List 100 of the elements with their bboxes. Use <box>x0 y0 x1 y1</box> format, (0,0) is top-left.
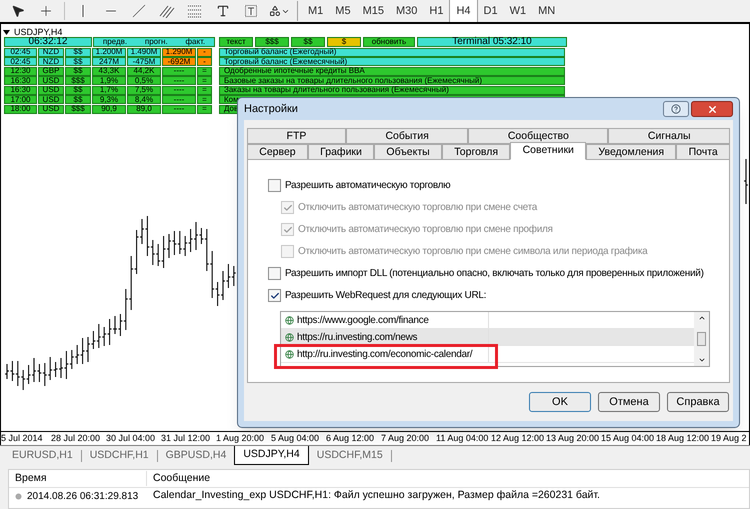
settings-tab[interactable]: Графики <box>308 144 374 160</box>
help-button[interactable] <box>663 101 689 117</box>
event-title: Заказы на товары длительного пользования (Ежемесячный) <box>219 86 565 94</box>
url-row[interactable]: https://ru.investing.com/news <box>281 329 694 346</box>
comparison-sign: - <box>197 48 212 56</box>
url-text: https://ru.investing.com/news <box>297 330 418 344</box>
settings-tab[interactable]: Уведомления <box>586 144 676 160</box>
time-axis-label: 6 Aug 12:00 <box>326 432 376 445</box>
event-time: 12:30 <box>4 66 37 76</box>
log-message: Calendar_Investing_exp USDCHF,H1: Файл успешно загружен, Размер файла =260231 байт. <box>152 488 600 504</box>
column-header: предв. <box>102 38 128 46</box>
time-axis-label: 5 Aug 04:00 <box>271 432 320 445</box>
time-axis-label: 15 Aug 04:00 <box>601 432 656 445</box>
timeframe-button[interactable]: M1 <box>302 0 330 22</box>
comparison-sign: - <box>197 57 212 66</box>
settings-tab[interactable]: События <box>346 128 468 144</box>
comparison-sign: = <box>197 86 212 94</box>
forecast-value: 1.490M <box>127 48 161 56</box>
previous-value: 247M <box>92 57 126 66</box>
time-axis-label: 12 Aug 12:00 <box>491 432 546 445</box>
timeframe-button[interactable]: H4 <box>449 0 478 22</box>
settings-tab[interactable]: Сигналы <box>608 128 730 144</box>
settings-tab[interactable]: Почта <box>676 144 730 160</box>
column-header: Время <box>9 470 147 486</box>
chart-tab[interactable]: USDCHF,M15 <box>308 446 391 465</box>
filter-button[interactable]: обновить <box>363 37 415 47</box>
dialog-button[interactable]: Справка <box>667 392 729 412</box>
log-time: 2014.08.26 06:31:29.813 <box>27 490 138 504</box>
chart-symbol-title: USDJPY,H4 <box>14 28 62 36</box>
actual-value: ---- <box>162 95 196 104</box>
chart-tab[interactable]: USDJPY,H4 <box>234 446 309 465</box>
timeframe-button[interactable]: H1 <box>423 0 450 22</box>
filter-button[interactable]: текст <box>219 37 253 47</box>
time-axis-label: 1 Aug 20:00 <box>216 432 266 445</box>
event-title: Торговый баланс (Ежегодный) <box>219 48 565 56</box>
event-currency: GBP <box>38 66 64 76</box>
chart-tab[interactable]: EURUSD,H1 <box>4 446 81 465</box>
settings-tab[interactable]: Торговля <box>442 144 510 160</box>
checkbox[interactable] <box>268 267 281 280</box>
checkbox[interactable] <box>268 179 281 192</box>
forecast-value: 7,5% <box>127 86 161 94</box>
settings-tab[interactable]: Объекты <box>374 144 442 160</box>
globe-icon <box>285 350 294 358</box>
column-header: Сообщение <box>152 470 210 486</box>
timeframe-button[interactable]: D1 <box>478 0 504 22</box>
filter-button[interactable]: $ <box>327 37 361 47</box>
event-currency: NZD <box>38 48 64 56</box>
globe-icon <box>285 332 294 342</box>
event-currency: USD <box>38 86 64 94</box>
forecast-value: 44,2K <box>127 66 161 76</box>
actual-value: ---- <box>162 66 196 76</box>
checkbox[interactable] <box>268 289 281 302</box>
time-axis-label: 5 Jul 2014 <box>1 432 44 445</box>
timeframe-button[interactable]: M15 <box>356 0 390 22</box>
comparison-sign: = <box>197 95 212 104</box>
settings-tab[interactable]: FTP <box>247 128 346 144</box>
event-importance: $$ <box>65 95 91 104</box>
actual-value: -692M <box>162 57 196 66</box>
scroll-thumb[interactable] <box>697 332 706 346</box>
scroll-up-icon[interactable] <box>698 314 706 322</box>
checkbox-label: Отключить автоматическую торговлю при смене счета <box>298 201 538 215</box>
comparison-sign: = <box>197 104 212 114</box>
time-axis-label: 19 Aug 2 <box>711 432 747 445</box>
filter-button[interactable]: $$ <box>291 37 325 47</box>
settings-tab[interactable]: Сообщество <box>468 128 608 144</box>
chart-tab[interactable]: GBPUSD,H4 <box>158 446 234 465</box>
previous-value: 43,3K <box>92 66 126 76</box>
globe-icon <box>285 316 294 324</box>
time-axis-label: 18 Aug 12:00 <box>656 432 710 445</box>
timeframe-button[interactable]: M30 <box>390 0 424 22</box>
event-time: 16:30 <box>4 76 37 85</box>
previous-value: 1,9% <box>92 76 126 85</box>
settings-tab[interactable]: Советники <box>510 142 586 160</box>
status-dot-icon <box>15 492 22 500</box>
dropdown-arrow-icon[interactable] <box>3 30 10 34</box>
event-time: 16:30 <box>4 86 37 94</box>
settings-tab[interactable]: Сервер <box>247 144 308 160</box>
dialog-button[interactable]: OK <box>529 392 591 412</box>
event-title: Торговый баланс (Ежемесячный) <box>219 57 565 66</box>
filter-button[interactable]: $$$ <box>255 37 289 47</box>
chart-tab[interactable]: USDCHF,H1 <box>82 446 157 465</box>
forecast-value: -475M <box>127 57 161 66</box>
help-icon <box>671 104 681 114</box>
close-button[interactable] <box>691 101 733 117</box>
comparison-sign: = <box>197 76 212 85</box>
actual-value: 1.290M <box>162 48 196 56</box>
column-header: факт. <box>185 38 206 46</box>
timeframe-button[interactable]: W1 <box>504 0 532 22</box>
event-importance: $$$ <box>65 76 91 85</box>
url-row[interactable]: http://ru.investing.com/economic-calendar/ <box>281 346 694 363</box>
terminal-time: Terminal 05:32:10 <box>417 37 567 47</box>
forecast-value: 0,5% <box>127 76 161 85</box>
event-currency: NZD <box>38 57 64 66</box>
scroll-down-icon[interactable] <box>698 356 706 364</box>
time-axis-label: 28 Jul 20:00 <box>51 432 102 445</box>
scrollbar[interactable] <box>694 312 709 366</box>
actual-value: ---- <box>162 76 196 85</box>
dialog-button[interactable]: Отмена <box>598 392 660 412</box>
timeframe-button[interactable]: M5 <box>329 0 357 22</box>
timeframe-button[interactable]: MN <box>532 0 562 22</box>
